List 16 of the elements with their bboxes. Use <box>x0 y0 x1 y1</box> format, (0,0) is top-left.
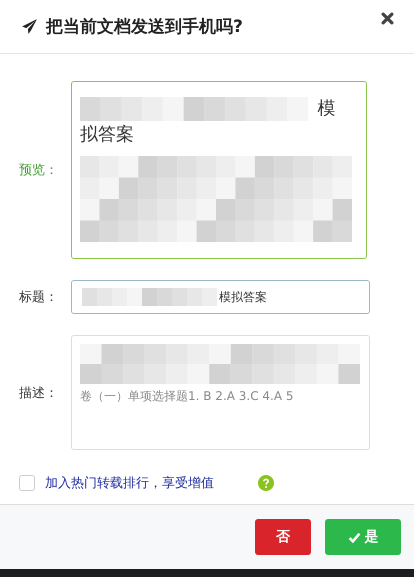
dialog-title: 把当前文档发送到手机吗? <box>46 16 244 38</box>
confirm-button[interactable]: 是 <box>325 519 401 555</box>
close-button[interactable] <box>379 10 396 27</box>
preview-label: 预览： <box>19 162 59 179</box>
help-icon[interactable] <box>258 475 274 491</box>
cancel-button[interactable]: 否 <box>255 519 311 555</box>
paper-plane-icon <box>21 18 38 35</box>
preview-text: 模 <box>318 98 336 119</box>
title-label: 标题： <box>19 289 59 306</box>
description-label: 描述： <box>19 384 59 402</box>
title-field[interactable]: 模拟答案 <box>71 280 370 314</box>
checkbox[interactable] <box>19 475 35 491</box>
check-icon <box>348 530 360 544</box>
checkbox-label[interactable]: 加入热门转载排行，享受增值 <box>45 474 214 492</box>
preview-text: 拟答案 <box>80 124 134 145</box>
description-field[interactable]: 卷（一）单项选择题1. B 2.A 3.C 4.A 5 <box>71 335 370 450</box>
